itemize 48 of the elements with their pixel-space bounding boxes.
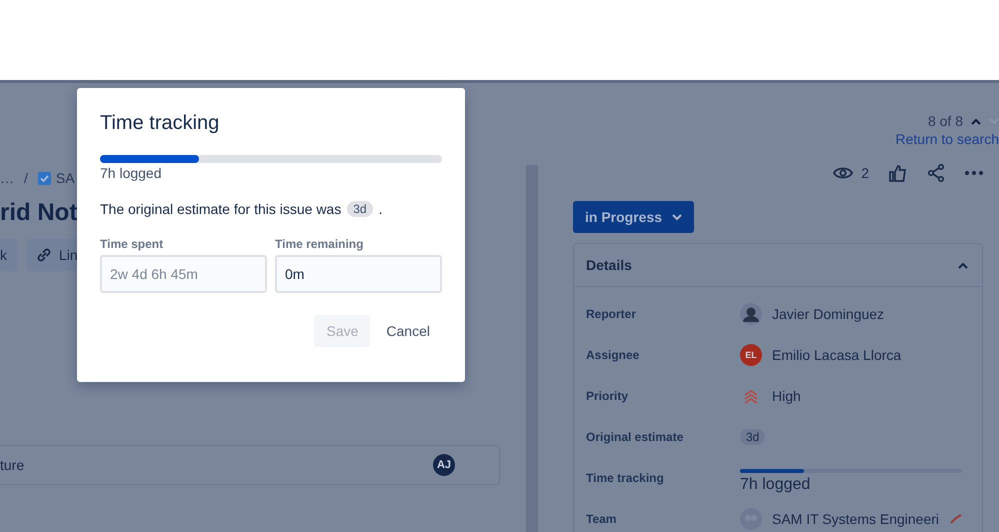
estimate-badge: 3d: [347, 201, 373, 217]
estimate-badge: 3d: [740, 428, 766, 444]
dialog-title: Time tracking: [100, 112, 220, 135]
previous-icon: [971, 118, 981, 124]
issue-title: rid Not: [0, 199, 78, 227]
eye-icon[interactable]: [833, 166, 854, 180]
return-link[interactable]: Return to search: [896, 131, 999, 147]
time-input[interactable]: 2w 4d 6h 45m: [100, 255, 267, 293]
field-label: Original estimate: [586, 430, 684, 444]
logged-text: 7h logged: [100, 165, 163, 181]
time-tracking-bar[interactable]: [740, 469, 962, 473]
cancel-button[interactable]: Cancel: [374, 315, 442, 347]
child-issue-title: ture: [0, 457, 24, 473]
field-label: Reporter: [586, 306, 638, 320]
collapse-icon: [958, 262, 968, 268]
breadcrumb-link[interactable]: …: [0, 170, 14, 186]
field-label: Team: [586, 512, 618, 526]
breadcrumb-separator: /: [24, 170, 28, 186]
share-icon[interactable]: [927, 164, 945, 182]
breadcrumb-link[interactable]: SA: [56, 170, 75, 186]
field-label: Assignee: [586, 348, 640, 362]
user-name[interactable]: Emilio Lacasa Llorca: [772, 346, 902, 362]
link-icon: [35, 246, 53, 264]
status-dropdown[interactable]: in Progress: [573, 201, 694, 233]
chevron-down-icon: [672, 214, 682, 220]
logged-text: 7h logged: [740, 476, 812, 494]
estimate-text: The original estimate for this issue was: [100, 201, 342, 217]
field-label: Time spent: [100, 237, 164, 251]
watcher-count: 2: [861, 165, 869, 181]
time-input[interactable]: 0m: [275, 255, 442, 293]
field-label: Time remaining: [275, 237, 364, 251]
action-button[interactable]: k: [0, 239, 17, 271]
child-issue-row[interactable]: ture AJ: [0, 445, 500, 485]
thumbs-up-icon[interactable]: [889, 164, 907, 182]
user-avatar: AJ: [433, 454, 455, 476]
field-label: Time tracking: [586, 470, 665, 484]
details-heading: Details: [586, 257, 632, 273]
team-name[interactable]: SAM IT Systems Engineeri: [772, 510, 940, 526]
user-avatar: [740, 302, 762, 324]
more-icon[interactable]: [965, 171, 983, 175]
issue-position: 8 of 8: [928, 113, 963, 129]
user-avatar: EL: [740, 344, 762, 366]
graph-icon: [950, 514, 962, 524]
priority-value: High: [772, 388, 801, 404]
period-text: .: [378, 201, 382, 217]
field-label: Priority: [586, 388, 630, 402]
user-name[interactable]: Javier Dominguez: [772, 306, 884, 322]
task-icon: [38, 172, 51, 184]
